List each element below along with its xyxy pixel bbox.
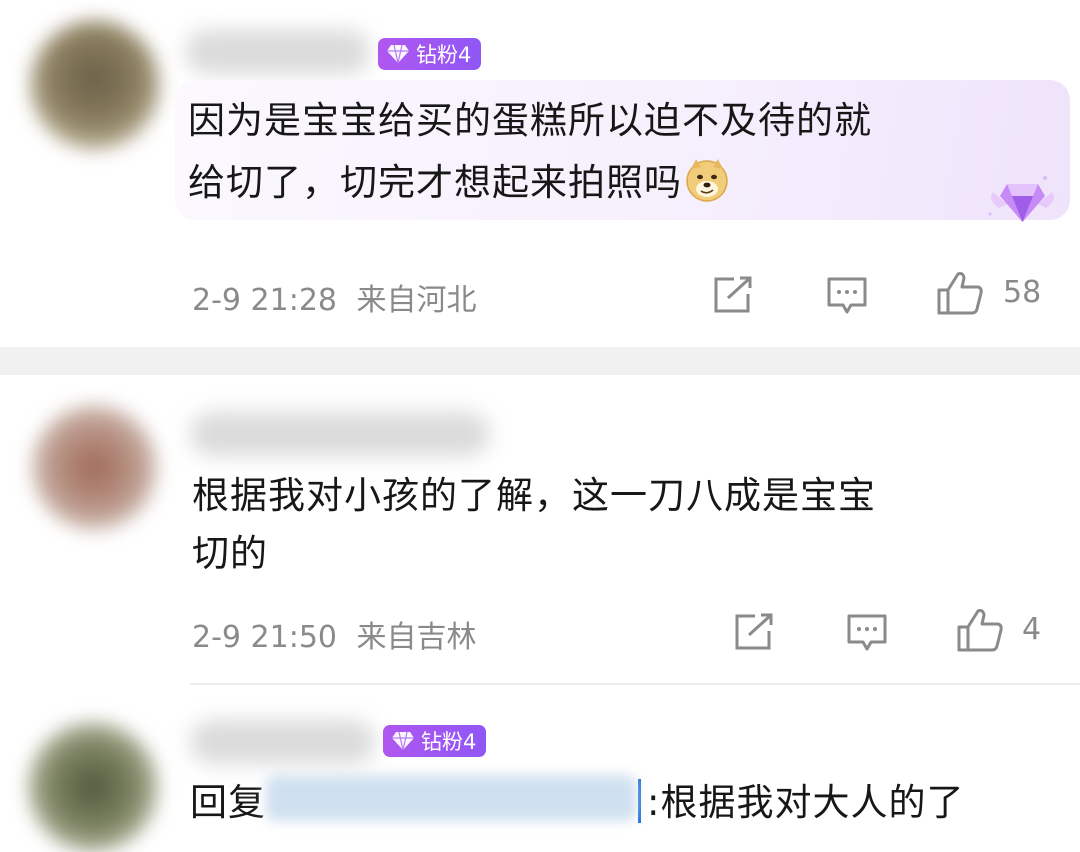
share-icon[interactable] bbox=[733, 613, 775, 655]
like-count: 58 bbox=[1003, 275, 1042, 310]
divider bbox=[190, 683, 1080, 685]
reply-cursor bbox=[638, 779, 641, 823]
section-divider bbox=[0, 347, 1080, 375]
avatar[interactable] bbox=[32, 405, 157, 530]
reply-prefix: 回复 bbox=[190, 781, 266, 824]
comment-text-line: 根据我对小孩的了解，这一刀八成是宝宝 bbox=[192, 474, 876, 517]
reply-text-line: 回复 :根据我对大人的了 bbox=[190, 772, 964, 834]
username-redacted[interactable] bbox=[190, 412, 490, 456]
doge-emoji-icon bbox=[684, 157, 730, 203]
diamond-icon bbox=[386, 44, 410, 64]
comment-text: 给切了，切完才想起来拍照吗 bbox=[188, 161, 682, 204]
fan-badge[interactable]: 钻粉4 bbox=[378, 38, 482, 70]
timestamp: 2-9 21:28 bbox=[192, 283, 337, 318]
reply-text: :根据我对大人的了 bbox=[647, 781, 965, 824]
comment-meta: 2-9 21:28 来自河北 bbox=[192, 275, 477, 319]
comment-icon[interactable] bbox=[826, 276, 868, 320]
comment-text-line: 切的 bbox=[192, 532, 268, 575]
comment-text-line: 给切了，切完才想起来拍照吗 bbox=[188, 152, 730, 214]
share-icon[interactable] bbox=[712, 276, 754, 318]
diamond-wings-icon bbox=[985, 170, 1060, 230]
timestamp: 2-9 21:50 bbox=[192, 620, 337, 655]
comment-icon[interactable] bbox=[846, 613, 888, 657]
username-redacted[interactable] bbox=[185, 30, 370, 74]
diamond-icon bbox=[391, 731, 415, 751]
badge-label: 钻粉4 bbox=[416, 43, 472, 67]
username-redacted[interactable] bbox=[190, 720, 375, 764]
like-count: 4 bbox=[1022, 612, 1042, 647]
thumbs-up-icon[interactable] bbox=[956, 607, 1004, 657]
location: 来自吉林 bbox=[356, 620, 477, 655]
thumbs-up-icon[interactable] bbox=[936, 270, 984, 320]
comment-text-line: 因为是宝宝给买的蛋糕所以迫不及待的就 bbox=[188, 99, 872, 142]
location: 来自河北 bbox=[356, 283, 477, 318]
badge-label: 钻粉4 bbox=[421, 730, 477, 754]
avatar[interactable] bbox=[30, 20, 160, 150]
fan-badge[interactable]: 钻粉4 bbox=[383, 725, 487, 757]
comment-meta: 2-9 21:50 来自吉林 bbox=[192, 612, 477, 656]
reply-target-redacted[interactable] bbox=[266, 775, 636, 821]
avatar[interactable] bbox=[28, 722, 158, 852]
